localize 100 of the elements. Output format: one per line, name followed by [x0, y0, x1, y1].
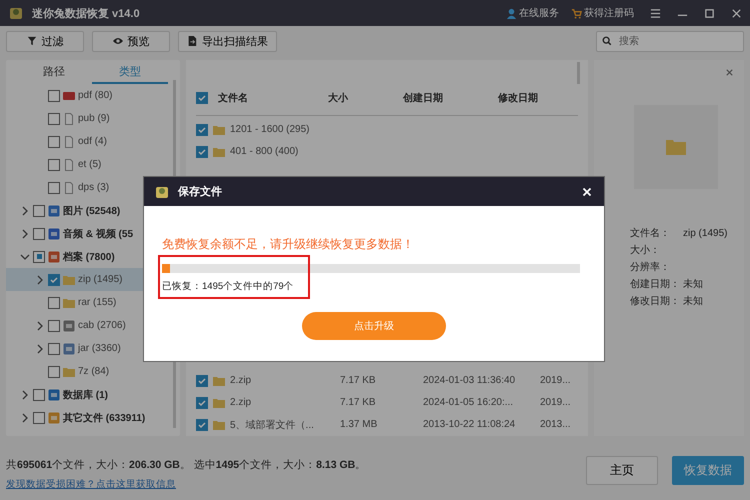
tree-label: pdf (80): [78, 90, 112, 101]
checkbox[interactable]: [33, 388, 45, 400]
header-link[interactable]: 获得注册码: [571, 6, 634, 20]
checkbox[interactable]: [196, 418, 208, 431]
checkbox[interactable]: [196, 92, 208, 104]
checkbox[interactable]: [48, 342, 60, 354]
tree-row[interactable]: pdf (80): [6, 84, 180, 107]
folder-icon: [213, 418, 225, 431]
category-icon: [63, 342, 75, 354]
file-size: 7.17 KB: [340, 375, 377, 386]
tree-row[interactable]: et (5): [6, 153, 180, 176]
summary-text: 共695061个文件，大小：206.30 GB。 选中1495个文件，大小：8.13 GB。: [6, 458, 368, 472]
document-icon: [187, 36, 197, 46]
tree-row[interactable]: rar (155): [6, 291, 180, 314]
file-name: 5、域部署文件（...: [230, 418, 315, 432]
tree-label: pub (9): [78, 113, 110, 124]
field-label: 修改日期：: [630, 294, 681, 308]
modified-date: 2019...: [540, 375, 571, 386]
checkbox[interactable]: [48, 366, 60, 378]
tree-row[interactable]: cab (2706): [6, 314, 180, 337]
dialog-title: 保存文件: [178, 184, 222, 199]
checkbox[interactable]: [48, 90, 60, 102]
folder-icon: [666, 139, 686, 155]
folder-icon: [63, 366, 75, 378]
file-name: 401 - 800 (400): [230, 146, 298, 158]
checkbox[interactable]: [48, 136, 60, 148]
checkbox[interactable]: [33, 412, 45, 424]
folder-icon: [213, 396, 225, 409]
checkmark-icon: [197, 420, 207, 430]
tree-row[interactable]: odf (4): [6, 130, 180, 153]
field-value: 未知: [683, 294, 703, 308]
tree-row[interactable]: 其它文件 (633911): [6, 406, 180, 429]
field-value: zip (1495): [683, 228, 728, 238]
checkbox[interactable]: [48, 274, 60, 286]
field-label: 大小：: [630, 244, 661, 257]
field-label: 文件名：: [630, 226, 671, 240]
checkbox[interactable]: [48, 158, 60, 170]
tree-label: rar (155): [78, 297, 116, 308]
tree-label: zip (1495): [78, 274, 122, 285]
column-header[interactable]: 创建日期: [403, 91, 488, 106]
checkmark-icon: [49, 274, 59, 284]
tree-label: odf (4): [78, 136, 107, 147]
category-icon: [48, 412, 60, 424]
tree-row[interactable]: pub (9): [6, 107, 180, 130]
tree-label: 图片 (52548): [63, 204, 120, 218]
window-title: 迷你兔数据恢复 v14.0: [32, 6, 140, 20]
checkbox[interactable]: [196, 146, 208, 158]
header-link[interactable]: 在线服务: [506, 6, 559, 20]
tree-row[interactable]: jar (3360): [6, 337, 180, 360]
help-link[interactable]: 发现数据受损困难？点击这里获取信息: [6, 478, 176, 490]
search-icon: [602, 36, 612, 46]
file-icon: [63, 182, 75, 194]
pdf-icon: [63, 90, 75, 102]
tree-row[interactable]: 7z (84): [6, 360, 180, 383]
toolbar-button[interactable]: 导出扫描结果: [178, 30, 277, 52]
person-icon: [506, 8, 517, 18]
eye-icon: [112, 36, 122, 46]
toolbar-button[interactable]: 过滤: [6, 30, 84, 52]
field-value: 未知: [683, 278, 703, 291]
checkbox[interactable]: [33, 228, 45, 240]
checkbox[interactable]: [48, 112, 60, 124]
folder-icon: [213, 374, 225, 387]
sidebar-tab[interactable]: 路径: [16, 60, 92, 84]
checkbox[interactable]: [33, 250, 45, 262]
category-icon: [48, 388, 60, 400]
search-field[interactable]: 搜索: [596, 30, 744, 52]
checkbox[interactable]: [196, 374, 208, 387]
maximize-icon[interactable]: [704, 8, 715, 18]
modified-date: 2013...: [540, 419, 571, 430]
tree-label: et (5): [78, 159, 102, 170]
file-name: 1201 - 1600 (295): [230, 124, 310, 136]
created-date: 2024-01-03 11:36:40: [423, 375, 516, 386]
tree-row[interactable]: 图片 (52548): [6, 199, 180, 222]
checkmark-icon: [197, 146, 207, 157]
tree-label: 数据库 (1): [63, 388, 108, 402]
file-size: 1.37 MB: [340, 419, 378, 430]
checkbox[interactable]: [48, 296, 60, 308]
toolbar-button[interactable]: 预览: [92, 30, 170, 52]
category-icon: [63, 320, 75, 332]
created-date: 2013-10-22 11:08:24: [423, 419, 516, 430]
folder-icon: [63, 274, 75, 286]
checkbox[interactable]: [196, 396, 208, 409]
column-header[interactable]: 文件名: [218, 91, 318, 106]
checkbox[interactable]: [48, 320, 60, 332]
checkbox[interactable]: [33, 204, 45, 216]
column-header[interactable]: 修改日期: [498, 91, 538, 106]
checkbox[interactable]: [48, 182, 60, 194]
column-header[interactable]: 大小: [328, 91, 393, 106]
checkmark-icon: [197, 398, 207, 408]
checkbox[interactable]: [196, 124, 208, 136]
home-button[interactable]: 主页: [586, 456, 658, 484]
created-date: 2024-01-05 16:20:...: [423, 397, 514, 408]
field-label: 创建日期：: [630, 278, 681, 291]
file-icon: [63, 136, 75, 148]
folder-icon: [63, 296, 75, 308]
modified-date: 2019...: [540, 397, 571, 408]
field-label: 分辨率：: [630, 260, 671, 274]
tree-row[interactable]: 数据库 (1): [6, 383, 180, 406]
tree-label: 音频 & 视频 (55: [63, 227, 134, 240]
menu-icon[interactable]: [650, 8, 661, 18]
